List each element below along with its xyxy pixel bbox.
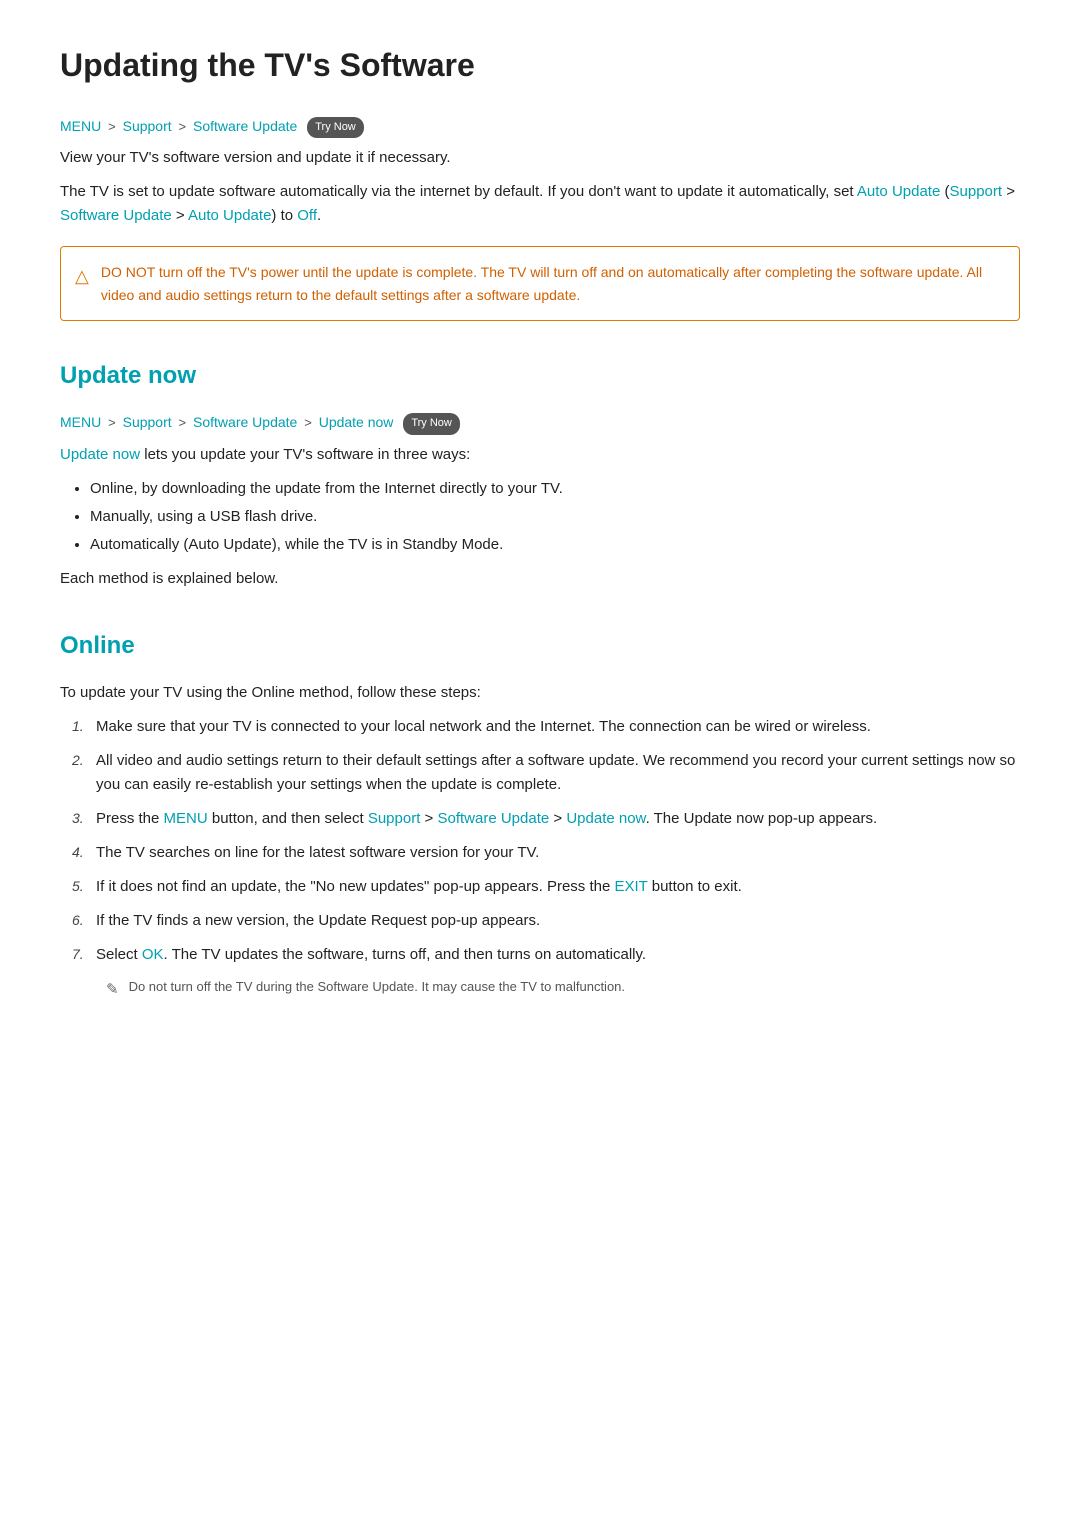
support-link-2[interactable]: Support <box>123 414 172 430</box>
step-5-prefix: If it does not find an update, the "No n… <box>96 878 615 895</box>
intro2-end: . <box>317 207 321 224</box>
auto-update-link[interactable]: Auto Update <box>857 183 940 200</box>
step-3-sep2: > <box>549 810 566 827</box>
step-7: Select OK. The TV updates the software, … <box>60 943 1020 1002</box>
software-update-link[interactable]: Software Update <box>193 118 297 134</box>
intro-paragraph-1: View your TV's software version and upda… <box>60 146 1020 170</box>
intro2-suffix: ) to <box>271 207 297 224</box>
sep1: > <box>108 119 116 134</box>
intro2-middle: ( <box>940 183 949 200</box>
update-now-link-breadcrumb[interactable]: Update now <box>319 414 394 430</box>
step-7-suffix: . The TV updates the software, turns off… <box>164 946 647 963</box>
step-5-suffix: button to exit. <box>648 878 742 895</box>
step-4: The TV searches on line for the latest s… <box>60 841 1020 865</box>
step-3-prefix: Press the <box>96 810 164 827</box>
update-now-intro-suffix: lets you update your TV's software in th… <box>140 446 470 463</box>
note-text: Do not turn off the TV during the Softwa… <box>129 977 625 998</box>
step-3-sep1: > <box>420 810 437 827</box>
sep1-2: > <box>108 415 116 430</box>
note-box: ✎ Do not turn off the TV during the Soft… <box>96 977 1020 1002</box>
main-breadcrumb: MENU > Support > Software Update Try Now <box>60 115 1020 138</box>
menu-link[interactable]: MENU <box>60 118 101 134</box>
step-1-text: Make sure that your TV is connected to y… <box>96 718 871 735</box>
step-2: All video and audio settings return to t… <box>60 749 1020 797</box>
sep2-2: > <box>179 415 187 430</box>
try-now-badge-2[interactable]: Try Now <box>403 413 460 435</box>
support-inline-link[interactable]: Support <box>950 183 1003 200</box>
step-5: If it does not find an update, the "No n… <box>60 875 1020 899</box>
sep2: > <box>179 119 187 134</box>
intro2-prefix: The TV is set to update software automat… <box>60 183 857 200</box>
warning-icon: △ <box>75 262 89 291</box>
software-update-inline-link[interactable]: Software Update <box>60 207 172 224</box>
update-now-intro: Update now lets you update your TV's sof… <box>60 443 1020 467</box>
step-3-suffix: . The Update now pop-up appears. <box>646 810 878 827</box>
support-link-step3[interactable]: Support <box>368 810 421 827</box>
online-heading: Online <box>60 627 1020 665</box>
exit-link[interactable]: EXIT <box>615 878 648 895</box>
update-now-inline-link[interactable]: Update now <box>60 446 140 463</box>
page-title: Updating the TV's Software <box>60 40 1020 91</box>
step-6: If the TV finds a new version, the Updat… <box>60 909 1020 933</box>
warning-text: DO NOT turn off the TV's power until the… <box>101 261 1001 306</box>
intro2-sep: > <box>1002 183 1015 200</box>
update-now-footer: Each method is explained below. <box>60 567 1020 591</box>
sep3-2: > <box>304 415 312 430</box>
pencil-icon: ✎ <box>106 978 119 1002</box>
intro2-sep2: > <box>172 207 188 224</box>
auto-update2-inline-link[interactable]: Auto Update <box>188 207 271 224</box>
software-update-link-2[interactable]: Software Update <box>193 414 297 430</box>
update-now-heading: Update now <box>60 357 1020 395</box>
off-link[interactable]: Off <box>297 207 317 224</box>
update-now-bullets: Online, by downloading the update from t… <box>90 477 1020 557</box>
step-2-text: All video and audio settings return to t… <box>96 752 1015 793</box>
intro-paragraph-2: The TV is set to update software automat… <box>60 180 1020 228</box>
bullet-1: Online, by downloading the update from t… <box>90 477 1020 501</box>
step-6-text: If the TV finds a new version, the Updat… <box>96 912 540 929</box>
step-1: Make sure that your TV is connected to y… <box>60 715 1020 739</box>
step-3-middle: button, and then select <box>208 810 368 827</box>
ok-link[interactable]: OK <box>142 946 164 963</box>
support-link[interactable]: Support <box>123 118 172 134</box>
online-intro: To update your TV using the Online metho… <box>60 681 1020 705</box>
step-7-prefix: Select <box>96 946 142 963</box>
menu-link-step3[interactable]: MENU <box>164 810 208 827</box>
try-now-badge[interactable]: Try Now <box>307 117 364 139</box>
update-now-breadcrumb: MENU > Support > Software Update > Updat… <box>60 411 1020 434</box>
step-3: Press the MENU button, and then select S… <box>60 807 1020 831</box>
menu-link-2[interactable]: MENU <box>60 414 101 430</box>
bullet-2: Manually, using a USB flash drive. <box>90 505 1020 529</box>
warning-box: △ DO NOT turn off the TV's power until t… <box>60 246 1020 321</box>
bullet-3: Automatically (Auto Update), while the T… <box>90 533 1020 557</box>
software-update-link-step3[interactable]: Software Update <box>437 810 549 827</box>
step-4-text: The TV searches on line for the latest s… <box>96 844 539 861</box>
update-now-link-step3[interactable]: Update now <box>566 810 645 827</box>
online-steps: Make sure that your TV is connected to y… <box>60 715 1020 1002</box>
